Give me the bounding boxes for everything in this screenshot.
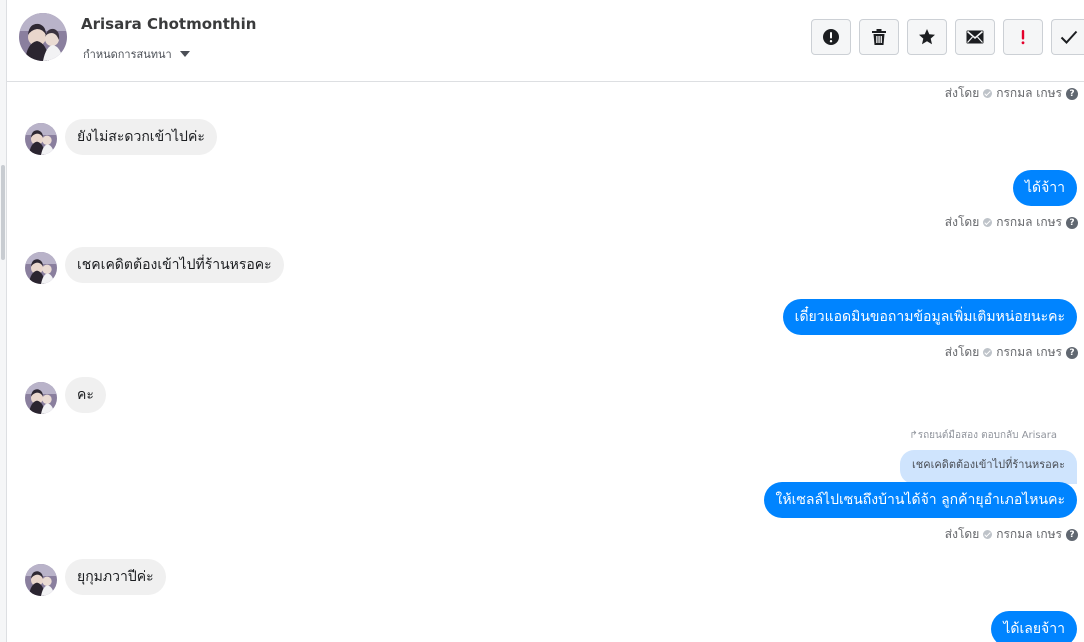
check-circle-icon — [983, 89, 993, 98]
check-circle-icon — [983, 348, 993, 357]
assign-conversation-label: กำหนดการสนทนา — [83, 48, 172, 61]
message-outgoing[interactable]: ได้จ้าา — [1012, 170, 1077, 206]
scrollbar-thumb[interactable] — [1, 165, 5, 260]
caret-down-icon — [179, 51, 190, 57]
sender-avatar[interactable] — [25, 564, 57, 596]
exclamation-icon — [1021, 30, 1025, 45]
sender-avatar[interactable] — [25, 382, 57, 414]
report-spam-button[interactable] — [811, 19, 851, 55]
sent-by-line: ส่งโดย กรกมล เกษร ? — [945, 213, 1078, 232]
mark-done-button[interactable] — [1051, 19, 1084, 55]
assign-conversation-dropdown[interactable]: กำหนดการสนทนา — [83, 45, 190, 63]
sender-avatar[interactable] — [25, 252, 57, 284]
sent-by-name[interactable]: กรกมล เกษร — [996, 343, 1062, 362]
delete-button[interactable] — [859, 19, 899, 55]
left-panel-edge — [0, 0, 7, 642]
reply-context-label: ↱รถยนต์มือสอง ตอบกลับ Arisara — [909, 430, 1057, 441]
contact-name[interactable]: Arisara Chotmonthin — [81, 15, 256, 33]
mark-unread-button[interactable] — [955, 19, 995, 55]
reply-arrow-icon: ↱ — [909, 430, 918, 441]
sent-by-line: ส่งโดย กรกมล เกษร ? — [945, 525, 1078, 544]
contact-avatar[interactable] — [19, 13, 67, 61]
message-outgoing[interactable]: ได้เลยจ้าา — [991, 611, 1077, 642]
message-incoming[interactable]: ยุกุมภวาปีค่ะ — [65, 559, 166, 595]
message-incoming[interactable]: คะ — [65, 377, 106, 413]
star-button[interactable] — [907, 19, 947, 55]
sent-by-prefix: ส่งโดย — [944, 86, 980, 100]
message-outgoing[interactable]: ให้เซลล์ไปเซนถึงบ้านได้จ้า ลูกค้ายุอำเภอ… — [763, 482, 1077, 518]
check-circle-icon — [983, 218, 993, 227]
sender-avatar[interactable] — [25, 123, 57, 155]
sent-by-line: ส่งโดย กรกมล เกษร ? — [945, 343, 1078, 362]
help-icon[interactable]: ? — [1066, 216, 1078, 229]
follow-up-button[interactable] — [1003, 19, 1043, 55]
envelope-icon — [966, 30, 984, 44]
help-icon[interactable]: ? — [1066, 346, 1078, 359]
sent-by-prefix: ส่งโดย — [944, 215, 980, 229]
sent-by-name[interactable]: กรกมล เกษร — [996, 525, 1062, 544]
help-icon[interactable]: ? — [1066, 528, 1078, 541]
check-circle-icon — [983, 530, 993, 539]
message-incoming[interactable]: ยังไม่สะดวกเข้าไปค่ะ — [65, 119, 217, 155]
help-icon[interactable]: ? — [1066, 87, 1078, 100]
sent-by-prefix: ส่งโดย — [944, 527, 980, 541]
message-thread[interactable]: ส่งโดย กรกมล เกษร ? ยังไม่สะดวกเข้าไปค่ะ… — [7, 82, 1084, 642]
conversation-header: Arisara Chotmonthin กำหนดการสนทนา — [7, 0, 1084, 82]
sent-by-name[interactable]: กรกมล เกษร — [996, 213, 1062, 232]
sent-by-prefix: ส่งโดย — [944, 345, 980, 359]
conversation-toolbar — [811, 19, 1084, 55]
message-incoming[interactable]: เชคเคดิตต้องเข้าไปที่ร้านหรอคะ — [65, 247, 284, 283]
checkmark-icon — [1060, 30, 1077, 44]
alert-circle-icon — [823, 29, 839, 45]
trash-icon — [872, 29, 886, 45]
quoted-message[interactable]: เชคเคดิตต้องเข้าไปที่ร้านหรอคะ — [900, 450, 1077, 484]
message-outgoing[interactable]: เดี๋ยวแอดมินขอถามข้อมูลเพิ่มเติมหน่อยนะค… — [782, 299, 1077, 335]
sent-by-line: ส่งโดย กรกมล เกษร ? — [945, 84, 1078, 103]
sent-by-name[interactable]: กรกมล เกษร — [996, 84, 1062, 103]
star-icon — [919, 29, 935, 45]
